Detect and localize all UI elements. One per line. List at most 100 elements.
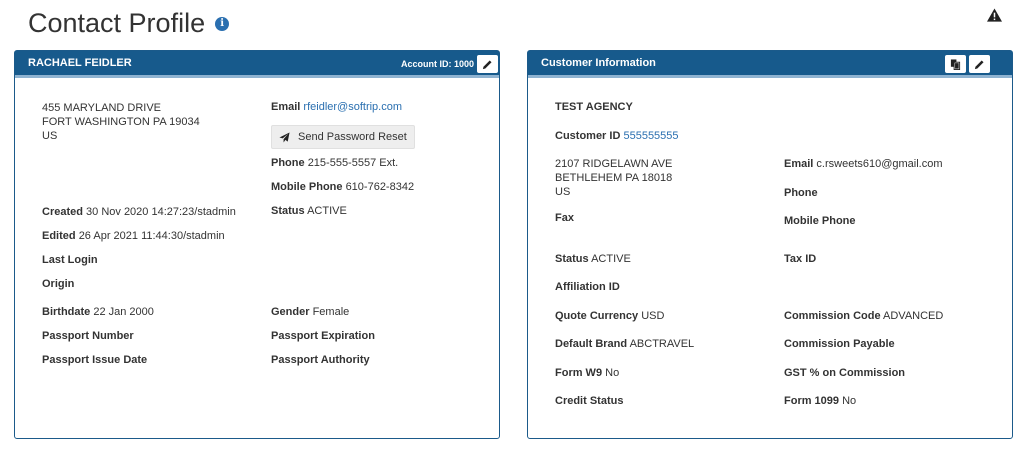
agency-name: TEST AGENCY	[555, 101, 633, 113]
fax-label: Fax	[555, 212, 574, 224]
birthdate-label: Birthdate	[42, 306, 91, 318]
passport-expiration-label: Passport Expiration	[271, 330, 375, 342]
created-value: 30 Nov 2020 14:27:23/stadmin	[86, 206, 236, 218]
email-link[interactable]: rfeidler@softrip.com	[303, 101, 402, 113]
warning-icon[interactable]	[987, 8, 1002, 22]
customer-mobile-phone: Mobile Phone	[784, 215, 856, 227]
customer-tax-id: Tax ID	[784, 253, 816, 265]
created-label: Created	[42, 206, 83, 218]
contact-phone: Phone 215-555-5557 Ext.	[271, 157, 398, 169]
edited-label: Edited	[42, 230, 76, 242]
status-value: ACTIVE	[307, 205, 347, 217]
origin-label: Origin	[42, 278, 75, 290]
contact-address: 455 MARYLAND DRIVE FORT WASHINGTON PA 19…	[42, 101, 200, 143]
customer-email: Email c.rsweets610@gmail.com	[784, 158, 943, 170]
send-password-reset-button[interactable]: Send Password Reset	[271, 125, 415, 149]
email-label: Email	[271, 101, 301, 113]
customer-id-link[interactable]: 555555555	[623, 130, 678, 142]
customer-panel-title: Customer Information	[541, 57, 656, 69]
status-label: Status	[271, 205, 305, 217]
customer-fax: Fax	[555, 212, 574, 224]
customer-status: Status ACTIVE	[555, 253, 631, 265]
customer-form-1099: Form 1099 No	[784, 395, 856, 407]
customer-gst-on-commission: GST % on Commission	[784, 367, 905, 379]
customer-commission-payable: Commission Payable	[784, 338, 895, 350]
form-1099-label: Form 1099	[784, 395, 840, 407]
default-brand-value: ABCTRAVEL	[629, 338, 695, 350]
commission-code-value: ADVANCED	[883, 310, 944, 322]
paper-plane-icon	[279, 131, 290, 143]
contact-name: RACHAEL FEIDLER	[28, 57, 132, 69]
customer-credit-status: Credit Status	[555, 395, 623, 407]
customer-panel-header: Customer Information	[528, 51, 1012, 78]
customer-commission-code: Commission Code ADVANCED	[784, 310, 943, 322]
phone-value: 215-555-5557 Ext.	[307, 157, 399, 169]
address-line: BETHLEHEM PA 18018	[555, 172, 673, 184]
quote-currency-value: USD	[641, 310, 665, 322]
customer-panel: Customer Information TEST AGENCY Custome…	[527, 50, 1013, 439]
info-icon[interactable]: i	[215, 16, 230, 31]
customer-id: Customer ID 555555555	[555, 130, 679, 142]
address-line: 455 MARYLAND DRIVE	[42, 102, 162, 114]
tax-id-label: Tax ID	[784, 253, 817, 265]
mobile-phone-label: Mobile Phone	[784, 215, 856, 227]
customer-form-w9: Form W9 No	[555, 367, 619, 379]
edit-customer-button[interactable]	[969, 55, 990, 73]
birthdate-value: 22 Jan 2000	[93, 306, 154, 318]
form-w9-value: No	[605, 367, 620, 379]
mobile-phone-value: 610-762-8342	[345, 181, 415, 193]
passport-number-label: Passport Number	[42, 330, 134, 342]
commission-code-label: Commission Code	[784, 310, 881, 322]
contact-edited: Edited 26 Apr 2021 11:44:30/stadmin	[42, 230, 225, 242]
address-line: 2107 RIDGELAWN AVE	[555, 158, 673, 170]
phone-label: Phone	[271, 157, 305, 169]
customer-default-brand: Default Brand ABCTRAVEL	[555, 338, 694, 350]
address-line: FORT WASHINGTON PA 19034	[42, 116, 200, 128]
send-password-reset-label: Send Password Reset	[298, 131, 407, 143]
contact-panel-header: RACHAEL FEIDLER Account ID: 1000	[15, 51, 499, 78]
gender-label: Gender	[271, 306, 310, 318]
form-w9-label: Form W9	[555, 367, 603, 379]
page-title-text: Contact Profile	[28, 8, 206, 38]
pencil-icon	[974, 59, 984, 69]
contact-passport-number: Passport Number	[42, 330, 134, 342]
credit-status-label: Credit Status	[555, 395, 624, 407]
contact-status: Status ACTIVE	[271, 205, 347, 217]
gender-value: Female	[312, 306, 350, 318]
customer-id-label: Customer ID	[555, 130, 621, 142]
default-brand-label: Default Brand	[555, 338, 628, 350]
pencil-icon	[482, 59, 492, 69]
edit-contact-button[interactable]	[477, 55, 498, 73]
mobile-phone-label: Mobile Phone	[271, 181, 343, 193]
edited-value: 26 Apr 2021 11:44:30/stadmin	[78, 230, 225, 242]
contact-passport-expiration: Passport Expiration	[271, 330, 375, 342]
gst-on-commission-label: GST % on Commission	[784, 367, 906, 379]
copy-customer-button[interactable]	[945, 55, 966, 73]
copy-icon	[950, 58, 961, 70]
contact-last-login: Last Login	[42, 254, 98, 266]
contact-panel: RACHAEL FEIDLER Account ID: 1000 455 MAR…	[14, 50, 500, 439]
contact-passport-authority: Passport Authority	[271, 354, 370, 366]
address-line: US	[555, 186, 571, 198]
commission-payable-label: Commission Payable	[784, 338, 895, 350]
email-label: Email	[784, 158, 814, 170]
form-1099-value: No	[842, 395, 857, 407]
page-title: Contact Profile i	[28, 8, 230, 39]
contact-birthdate: Birthdate 22 Jan 2000	[42, 306, 154, 318]
phone-label: Phone	[784, 187, 818, 199]
quote-currency-label: Quote Currency	[555, 310, 639, 322]
contact-email: Email rfeidler@softrip.com	[271, 101, 402, 113]
customer-address: 2107 RIDGELAWN AVE BETHLEHEM PA 18018 US	[555, 157, 672, 199]
passport-authority-label: Passport Authority	[271, 354, 370, 366]
customer-quote-currency: Quote Currency USD	[555, 310, 664, 322]
customer-affiliation-id: Affiliation ID	[555, 281, 620, 293]
status-label: Status	[555, 253, 589, 265]
last-login-label: Last Login	[42, 254, 98, 266]
affiliation-id-label: Affiliation ID	[555, 281, 620, 293]
email-value: c.rsweets610@gmail.com	[816, 158, 943, 170]
status-value: ACTIVE	[591, 253, 631, 265]
passport-issue-date-label: Passport Issue Date	[42, 354, 148, 366]
contact-gender: Gender Female	[271, 306, 349, 318]
account-id: Account ID: 1000	[400, 59, 474, 69]
contact-created: Created 30 Nov 2020 14:27:23/stadmin	[42, 206, 236, 218]
